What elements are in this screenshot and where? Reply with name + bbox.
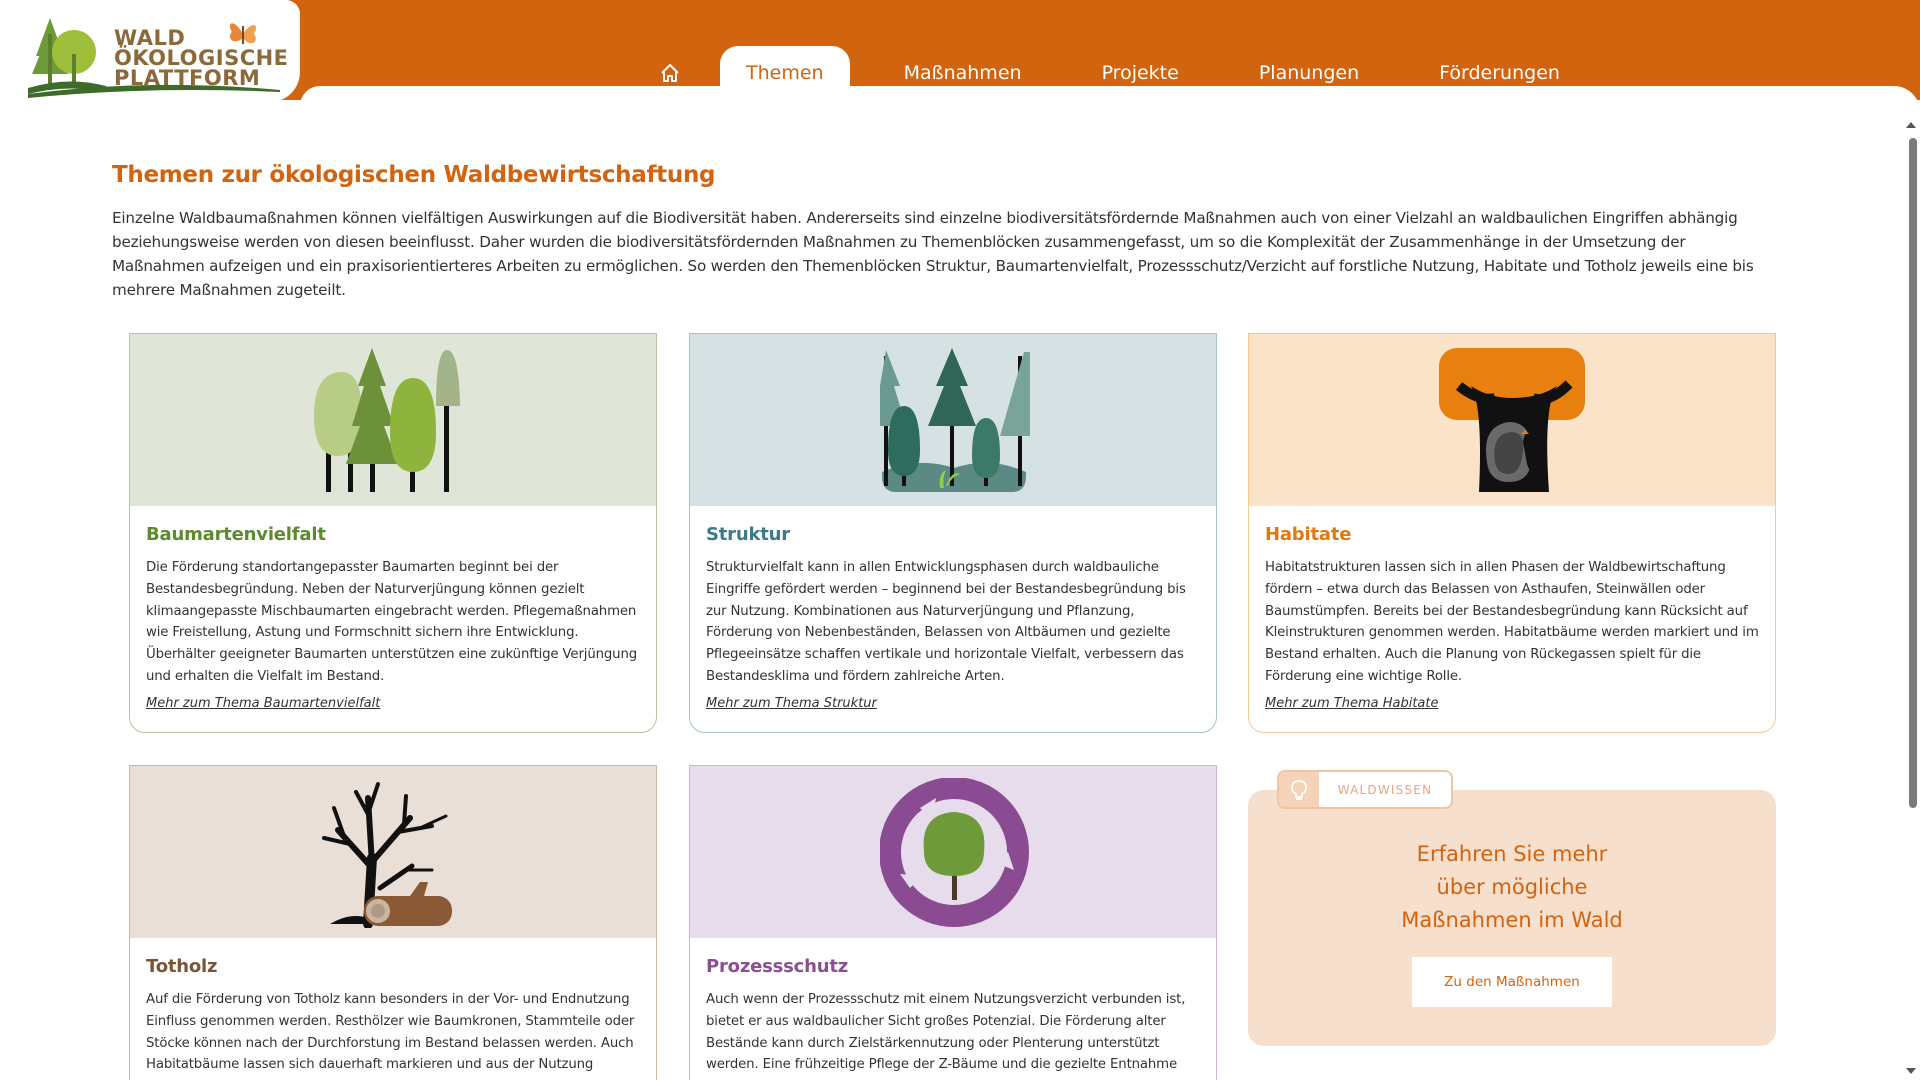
scroll-up-arrow-icon[interactable]: [1906, 122, 1916, 128]
card-totholz[interactable]: Totholz Auf die Förderung von Totholz ka…: [129, 765, 657, 1080]
page: WALD ÖKOLOGISCHE PLATTFORM Themen Maßnah…: [0, 0, 1920, 1080]
page-title: Themen zur ökologischen Waldbewirtschaft…: [112, 162, 716, 188]
card-link-struktur[interactable]: Mehr zum Thema Struktur: [706, 696, 877, 711]
card-link-habitate[interactable]: Mehr zum Thema Habitate: [1265, 696, 1439, 711]
deadwood-icon: [322, 782, 452, 928]
forest-structure-icon: [880, 348, 1030, 492]
tab-massnahmen[interactable]: Maßnahmen: [880, 46, 1046, 100]
cycle-tree-icon: [880, 778, 1029, 927]
card-text: Habitatstrukturen lassen sich in allen P…: [1265, 560, 1759, 684]
logo-text-line-2: ÖKOLOGISCHE: [114, 46, 289, 70]
waldwissen-tag-label: WALDWISSEN: [1337, 782, 1433, 797]
butterfly-icon: [229, 23, 257, 44]
card-text: Die Förderung standortangepasster Baumar…: [146, 560, 638, 684]
lightbulb-icon: [1279, 772, 1319, 807]
waldwissen-text: Erfahren Sie mehr über mögliche Maßnahme…: [1248, 838, 1776, 937]
card-image: [130, 766, 656, 938]
tab-themen[interactable]: Themen: [720, 46, 850, 100]
card-struktur[interactable]: Struktur Strukturvielfalt kann in allen …: [689, 333, 1217, 733]
logo-swoosh-icon: [28, 84, 280, 98]
card-image: [1249, 334, 1775, 506]
tab-foerderungen[interactable]: Förderungen: [1415, 46, 1584, 100]
intro-text: Einzelne Waldbaumaßnahmen können vielfäl…: [112, 209, 1754, 299]
card-title: Baumartenvielfalt: [146, 524, 326, 545]
scrollbar-thumb[interactable]: [1909, 138, 1917, 808]
waldwissen-tag: WALDWISSEN: [1277, 770, 1453, 809]
card-title: Habitate: [1265, 524, 1352, 545]
card-image: [130, 334, 656, 506]
card-prozessschutz[interactable]: Prozessschutz Auch wenn der Prozessschut…: [689, 765, 1217, 1080]
nav-home[interactable]: [640, 46, 700, 100]
home-icon: [661, 64, 679, 82]
tab-projekte[interactable]: Projekte: [1078, 46, 1203, 100]
logo-container[interactable]: WALD ÖKOLOGISCHE PLATTFORM: [0, 0, 300, 102]
tab-planungen[interactable]: Planungen: [1235, 46, 1383, 100]
card-text: Auch wenn der Prozessschutz mit einem Nu…: [706, 992, 1186, 1080]
habitat-tree-icon: [1439, 348, 1585, 492]
card-title: Struktur: [706, 524, 790, 545]
waldwissen-line-2: über mögliche: [1436, 875, 1588, 899]
trees-icon: [314, 348, 460, 492]
logo[interactable]: WALD ÖKOLOGISCHE PLATTFORM: [28, 16, 288, 102]
waldwissen-line-1: Erfahren Sie mehr: [1416, 842, 1608, 866]
scroll-down-arrow-icon[interactable]: [1906, 1068, 1916, 1074]
logo-text-line-1: WALD: [114, 26, 186, 50]
card-habitate[interactable]: Habitate Habitatstrukturen lassen sich i…: [1248, 333, 1776, 733]
card-title: Prozessschutz: [706, 956, 849, 977]
card-link-baumartenvielfalt[interactable]: Mehr zum Thema Baumartenvielfalt: [146, 696, 380, 711]
card-image: [690, 766, 1216, 938]
card-image: [690, 334, 1216, 506]
zu-den-massnahmen-button[interactable]: Zu den Maßnahmen: [1412, 957, 1612, 1007]
card-text: Strukturvielfalt kann in allen Entwicklu…: [706, 560, 1186, 684]
card-baumartenvielfalt[interactable]: Baumartenvielfalt Die Förderung standort…: [129, 333, 657, 733]
card-title: Totholz: [146, 956, 218, 977]
card-text: Auf die Förderung von Totholz kann beson…: [146, 992, 635, 1080]
main-nav: Themen Maßnahmen Projekte Planungen Förd…: [640, 46, 1616, 100]
waldwissen-line-3: Maßnahmen im Wald: [1401, 908, 1623, 932]
